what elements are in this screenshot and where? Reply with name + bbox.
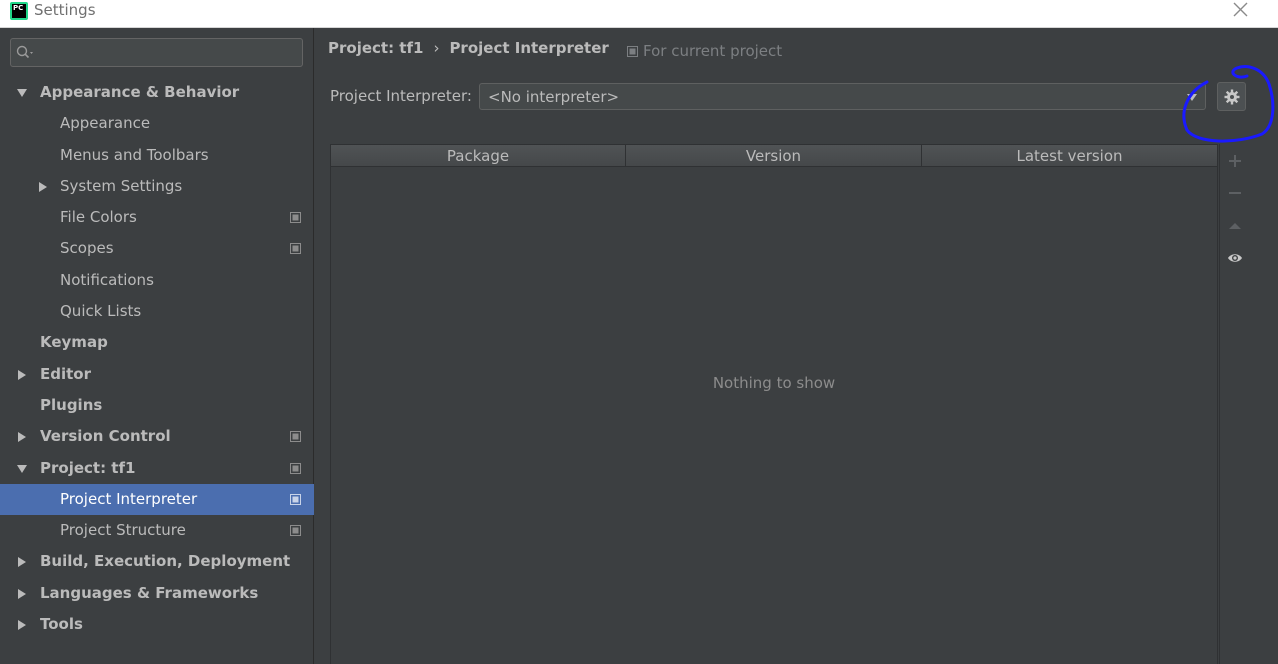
upgrade-icon[interactable] — [1227, 217, 1243, 233]
breadcrumb: Project: tf1 › Project Interpreter — [328, 39, 609, 57]
interpreter-value: <No interpreter> — [488, 88, 620, 106]
sidebar-item-label: Build, Execution, Deployment — [40, 552, 291, 571]
sidebar-item-label: Appearance — [60, 114, 151, 133]
sidebar-item-label: Menus and Toolbars — [60, 145, 209, 164]
chevron-right-icon[interactable] — [17, 620, 27, 631]
settings-tree: Appearance & Behavior Appearance Menus a… — [0, 77, 314, 640]
sidebar-item-appearance-behavior[interactable]: Appearance & Behavior — [0, 77, 314, 108]
sidebar-item-project-structure[interactable]: Project Structure — [0, 515, 314, 546]
chevron-right-icon[interactable] — [17, 432, 27, 443]
chevron-down-icon[interactable] — [17, 464, 27, 474]
sidebar-item-notifications[interactable]: Notifications — [0, 265, 314, 296]
column-header-latest-version[interactable]: Latest version — [922, 145, 1217, 167]
settings-main-panel: Project: tf1 › Project Interpreter For cur… — [315, 28, 1278, 664]
sidebar-item-label: Project: tf1 — [40, 458, 136, 477]
breadcrumb-current: Project Interpreter — [449, 39, 609, 57]
table-empty-text: Nothing to show — [712, 374, 836, 392]
sidebar-item-keymap[interactable]: Keymap — [0, 327, 314, 358]
packages-table: Package Version Latest version Nothing t… — [330, 144, 1218, 664]
sidebar-item-file-colors[interactable]: File Colors — [0, 202, 314, 233]
sidebar-item-editor[interactable]: Editor — [0, 359, 314, 390]
sidebar-item-label: File Colors — [60, 208, 137, 227]
gear-icon — [1224, 89, 1240, 105]
packages-toolbar — [1219, 144, 1249, 664]
sidebar-item-scopes[interactable]: Scopes — [0, 233, 314, 264]
project-scope-icon — [290, 212, 301, 224]
sidebar-item-label: Notifications — [60, 270, 154, 289]
breadcrumb-separator: › — [433, 39, 440, 57]
search-input[interactable] — [10, 38, 303, 67]
scope-note: For current project — [627, 42, 783, 60]
eye-icon[interactable] — [1227, 250, 1243, 266]
sidebar-item-project[interactable]: Project: tf1 — [0, 453, 314, 484]
table-header: Package Version Latest version — [331, 145, 1217, 167]
sidebar-item-quick-lists[interactable]: Quick Lists — [0, 296, 314, 327]
sidebar-item-label: Version Control — [40, 427, 171, 446]
sidebar-item-label: Scopes — [60, 239, 114, 258]
chevron-right-icon[interactable] — [17, 369, 27, 380]
sidebar-item-label: Tools — [40, 615, 83, 634]
project-scope-icon — [290, 431, 301, 443]
sidebar-item-label: Editor — [40, 364, 91, 383]
search-icon — [16, 45, 33, 59]
chevron-right-icon[interactable] — [38, 181, 48, 192]
add-icon[interactable] — [1227, 153, 1243, 169]
interpreter-settings-button[interactable] — [1217, 82, 1246, 111]
sidebar-item-label: Quick Lists — [60, 302, 142, 321]
settings-sidebar: Appearance & Behavior Appearance Menus a… — [0, 28, 314, 664]
sidebar-item-project-interpreter[interactable]: Project Interpreter — [0, 483, 314, 516]
sidebar-item-appearance[interactable]: Appearance — [0, 108, 314, 139]
sidebar-item-languages-frameworks[interactable]: Languages & Frameworks — [0, 578, 314, 609]
remove-icon[interactable] — [1227, 185, 1243, 201]
column-header-version[interactable]: Version — [626, 145, 922, 167]
pycharm-logo-text: PC — [12, 4, 26, 18]
sidebar-item-label: Keymap — [40, 333, 108, 352]
sidebar-item-label: Plugins — [40, 395, 103, 414]
sidebar-item-label: System Settings — [60, 176, 183, 195]
sidebar-item-plugins[interactable]: Plugins — [0, 390, 314, 421]
scope-note-text: For current project — [643, 42, 783, 60]
sidebar-item-label: Project Structure — [60, 521, 186, 540]
title-bar: PC Settings — [0, 0, 1278, 28]
sidebar-item-label: Appearance & Behavior — [40, 83, 240, 101]
project-scope-icon — [627, 46, 638, 57]
column-header-package[interactable]: Package — [331, 145, 626, 167]
sidebar-item-system-settings[interactable]: System Settings — [0, 171, 314, 202]
window-title: Settings — [34, 1, 96, 19]
project-scope-icon — [290, 243, 301, 255]
pycharm-logo-icon: PC — [10, 2, 28, 20]
interpreter-label: Project Interpreter: — [330, 87, 472, 105]
chevron-right-icon[interactable] — [17, 588, 27, 599]
chevron-down-icon[interactable] — [17, 88, 27, 98]
project-scope-icon — [290, 493, 301, 505]
sidebar-item-menus-toolbars[interactable]: Menus and Toolbars — [0, 140, 314, 171]
project-scope-icon — [290, 462, 301, 474]
sidebar-item-label: Project Interpreter — [60, 489, 198, 508]
sidebar-item-version-control[interactable]: Version Control — [0, 421, 314, 452]
sidebar-item-label: Languages & Frameworks — [40, 583, 259, 602]
breadcrumb-parent: Project: tf1 — [328, 39, 424, 57]
close-icon[interactable] — [1230, 0, 1252, 22]
chevron-right-icon[interactable] — [17, 557, 27, 568]
interpreter-select[interactable]: <No interpreter> — [479, 83, 1206, 110]
sidebar-item-build-execution-deployment[interactable]: Build, Execution, Deployment — [0, 546, 314, 577]
chevron-down-icon[interactable] — [1187, 94, 1197, 101]
project-scope-icon — [290, 525, 301, 537]
sidebar-item-tools[interactable]: Tools — [0, 609, 314, 640]
